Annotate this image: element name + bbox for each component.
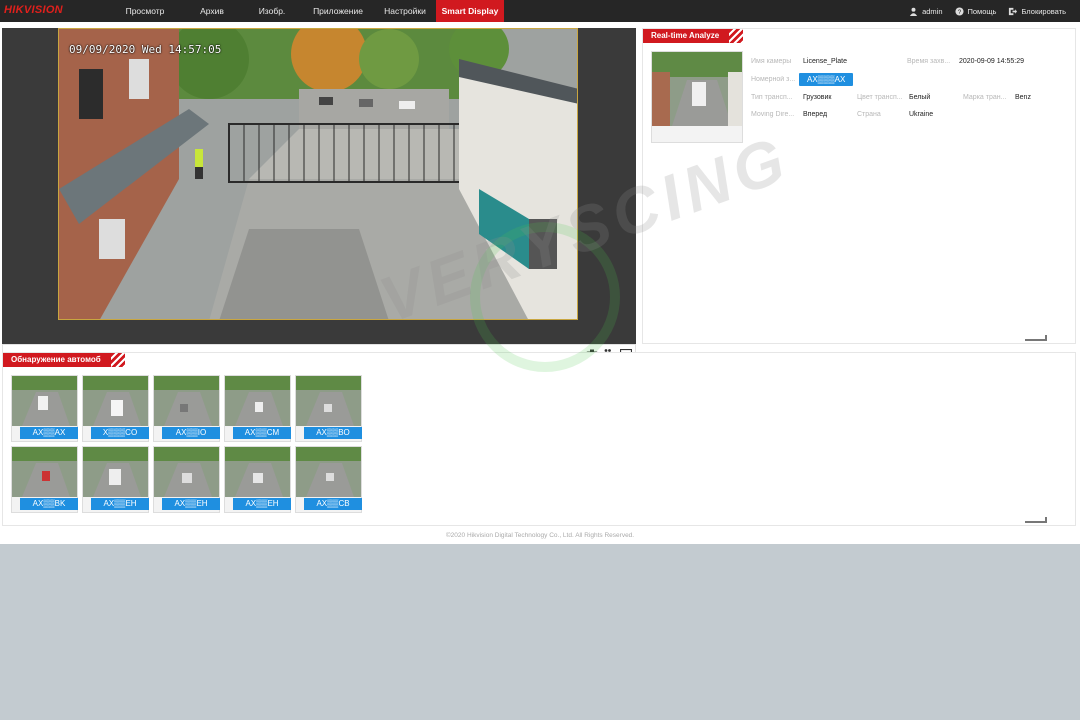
user-icon xyxy=(909,7,918,16)
capture-time-label: Время захв... xyxy=(907,58,951,65)
camera-name-value: License_Plate xyxy=(803,58,847,65)
detection-item[interactable]: AX▒▒AX xyxy=(11,375,78,442)
detection-item[interactable]: AX▒▒CM xyxy=(224,375,291,442)
detection-item[interactable]: AX▒▒IO xyxy=(153,375,220,442)
plate-badge: X▒▒▒CO xyxy=(91,427,149,439)
nav-item-application[interactable]: Приложение xyxy=(302,0,374,22)
nav-item-preview[interactable]: Просмотр xyxy=(108,0,182,22)
plate-badge: AX▒▒CB xyxy=(304,498,362,510)
nav-item-archive[interactable]: Архив xyxy=(182,0,242,22)
detection-item[interactable]: X▒▒▒CO xyxy=(82,375,149,442)
plate-badge: AX▒▒EH xyxy=(91,498,149,510)
top-bar: HIKVISION Просмотр Архив Изобр. Приложен… xyxy=(0,0,1080,22)
detection-image xyxy=(296,376,361,426)
country-label: Страна xyxy=(857,111,881,118)
nav-item-smart-display[interactable]: Smart Display xyxy=(436,0,504,22)
detection-image xyxy=(83,447,148,497)
detection-item[interactable]: AX▒▒EH xyxy=(224,446,291,513)
detection-item[interactable]: AX▒▒BK xyxy=(11,446,78,513)
help-label: Помощь xyxy=(967,6,997,16)
plate-badge: AX▒▒AX xyxy=(20,427,78,439)
country-value: Ukraine xyxy=(909,111,934,118)
capture-image xyxy=(652,52,742,126)
user-menu[interactable]: admin xyxy=(909,6,943,16)
svg-text:?: ? xyxy=(957,9,961,16)
plate-number-value: AX▒▒▒AX xyxy=(799,73,854,86)
detection-item[interactable]: AX▒▒EH xyxy=(82,446,149,513)
detection-image xyxy=(225,447,290,497)
main-nav: Просмотр Архив Изобр. Приложение Настрой… xyxy=(108,0,504,22)
detection-item[interactable]: AX▒▒BO xyxy=(295,375,362,442)
help-icon: ? xyxy=(954,6,964,16)
capture-thumbnail[interactable] xyxy=(651,51,743,143)
live-video-panel: 09/09/2020 Wed 14:57:05 xyxy=(2,28,636,344)
main-area: 09/09/2020 Wed 14:57:05 Real-time Analyz… xyxy=(0,22,1080,544)
nav-item-image[interactable]: Изобр. xyxy=(242,0,302,22)
plate-badge: AX▒▒IO xyxy=(162,427,220,439)
panel-title: Real-time Analyze xyxy=(643,29,744,43)
plate-badge: AX▒▒CM xyxy=(233,427,291,439)
vehicle-detection-panel: Обнаружение автомоб AX▒▒AX X▒▒▒CO AX▒▒IO… xyxy=(2,352,1076,526)
plate-badge: AX▒▒EH xyxy=(162,498,220,510)
vehicle-info: Имя камеры License_Plate Время захв... 2… xyxy=(751,53,1071,123)
detection-image xyxy=(12,447,77,497)
resize-corner xyxy=(1025,335,1047,341)
detection-image xyxy=(296,447,361,497)
capture-time-value: 2020-09-09 14:55:29 xyxy=(959,58,1024,65)
detection-image xyxy=(12,376,77,426)
plate-number-label: Номерной з... xyxy=(751,76,796,83)
plate-badge: AX▒▒EH xyxy=(233,498,291,510)
vehicle-color-value: Белый xyxy=(909,94,931,101)
detection-image xyxy=(83,376,148,426)
help-link[interactable]: ? Помощь xyxy=(954,6,997,16)
nav-item-settings[interactable]: Настройки xyxy=(374,0,436,22)
detection-image xyxy=(225,376,290,426)
hikvision-logo: HIKVISION xyxy=(4,4,63,16)
detection-item[interactable]: AX▒▒CB xyxy=(295,446,362,513)
detection-item[interactable]: AX▒▒EH xyxy=(153,446,220,513)
detection-title: Обнаружение автомоб xyxy=(3,353,125,367)
top-right-menu: admin ? Помощь Блокировать xyxy=(909,0,1066,22)
camera-scene-image xyxy=(59,29,577,319)
camera-name-label: Имя камеры xyxy=(751,58,792,65)
vehicle-type-label: Тип трансп... xyxy=(751,94,793,101)
vehicle-color-label: Цвет трансп... xyxy=(857,94,903,101)
user-name: admin xyxy=(922,6,943,16)
detection-image xyxy=(154,376,219,426)
lock-link[interactable]: Блокировать xyxy=(1008,7,1066,16)
vehicle-brand-label: Марка тран... xyxy=(963,94,1007,101)
vehicle-brand-value: Benz xyxy=(1015,94,1031,101)
resize-corner xyxy=(1025,517,1047,523)
plate-badge: AX▒▒BK xyxy=(20,498,78,510)
lock-label: Блокировать xyxy=(1021,6,1066,16)
realtime-analyze-panel: Real-time Analyze Имя камеры License_Pla… xyxy=(642,28,1076,344)
logout-icon xyxy=(1009,7,1018,15)
live-video[interactable]: 09/09/2020 Wed 14:57:05 xyxy=(58,28,578,320)
direction-label: Moving Dire... xyxy=(751,111,795,118)
plate-badge: AX▒▒BO xyxy=(304,427,362,439)
direction-value: Вперед xyxy=(803,111,828,118)
video-timestamp: 09/09/2020 Wed 14:57:05 xyxy=(69,43,222,56)
copyright-footer: ©2020 Hikvision Digital Technology Co., … xyxy=(445,532,635,539)
vehicle-type-value: Грузовик xyxy=(803,94,832,101)
detection-image xyxy=(154,447,219,497)
